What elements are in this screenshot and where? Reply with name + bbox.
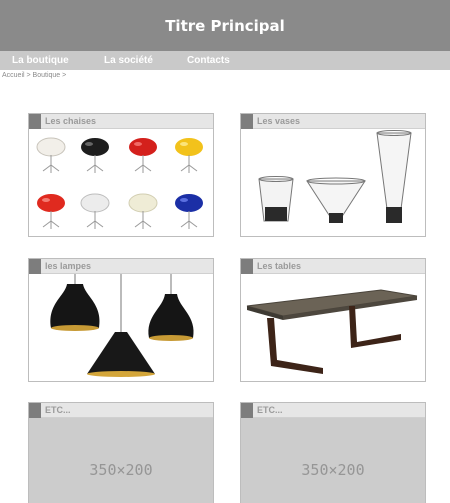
chairs-illustration bbox=[36, 137, 203, 229]
card-header: ETC... bbox=[29, 403, 213, 418]
chair-blue-icon bbox=[175, 194, 203, 229]
vase-small-icon bbox=[258, 176, 294, 222]
placeholder-label: 350×200 bbox=[89, 461, 153, 479]
vases-image[interactable] bbox=[241, 129, 425, 236]
card-title: les lampes bbox=[45, 261, 92, 271]
nav-item-societe[interactable]: La société bbox=[104, 55, 153, 66]
card-marker bbox=[241, 114, 253, 129]
lamp-left-icon bbox=[50, 284, 100, 331]
card-header: les lampes bbox=[29, 259, 213, 274]
card-tables[interactable]: Les tables bbox=[240, 258, 426, 382]
lamps-illustration bbox=[50, 274, 194, 377]
card-marker bbox=[29, 403, 41, 418]
site-header: Titre Principal bbox=[0, 0, 450, 51]
card-marker bbox=[29, 114, 41, 129]
nav-item-contacts[interactable]: Contacts bbox=[187, 55, 230, 66]
chair-white-icon bbox=[36, 137, 66, 173]
card-marker bbox=[241, 259, 253, 274]
card-header: ETC... bbox=[241, 403, 425, 418]
table-image[interactable] bbox=[241, 274, 425, 381]
nav-item-boutique[interactable]: La boutique bbox=[12, 55, 69, 66]
chair-red-icon bbox=[37, 194, 65, 229]
card-vases[interactable]: Les vases bbox=[240, 113, 426, 237]
lamp-middle-icon bbox=[87, 332, 155, 377]
card-title: ETC... bbox=[257, 405, 283, 415]
lamps-image[interactable] bbox=[29, 274, 213, 381]
card-marker bbox=[241, 403, 253, 418]
card-title: Les vases bbox=[257, 116, 301, 126]
image-placeholder[interactable]: 350×200 bbox=[29, 418, 213, 503]
card-title: ETC... bbox=[45, 405, 71, 415]
placeholder-label: 350×200 bbox=[301, 461, 365, 479]
table-illustration bbox=[246, 289, 418, 374]
card-etc-1[interactable]: ETC... 350×200 bbox=[28, 402, 214, 503]
card-chaises[interactable]: Les chaises bbox=[28, 113, 214, 237]
card-header: Les vases bbox=[241, 114, 425, 129]
card-title: Les chaises bbox=[45, 116, 97, 126]
vase-tall-icon bbox=[376, 130, 412, 223]
chair-black-icon bbox=[81, 138, 109, 173]
card-header: Les chaises bbox=[29, 114, 213, 129]
chair-cream-icon bbox=[128, 193, 158, 229]
chair-red-icon bbox=[129, 138, 157, 173]
main-nav: La boutique La société Contacts bbox=[0, 51, 450, 70]
card-lampes[interactable]: les lampes bbox=[28, 258, 214, 382]
lamp-right-icon bbox=[148, 294, 194, 341]
chair-white-icon bbox=[80, 193, 110, 229]
chair-yellow-icon bbox=[175, 138, 203, 173]
card-header: Les tables bbox=[241, 259, 425, 274]
vase-bowl-icon bbox=[306, 177, 366, 223]
breadcrumb[interactable]: Accueil > Boutique > bbox=[2, 72, 66, 79]
chairs-image[interactable] bbox=[29, 129, 213, 236]
card-marker bbox=[29, 259, 41, 274]
page-title: Titre Principal bbox=[165, 16, 285, 35]
card-title: Les tables bbox=[257, 261, 302, 271]
vases-illustration bbox=[258, 130, 412, 223]
card-etc-2[interactable]: ETC... 350×200 bbox=[240, 402, 426, 503]
image-placeholder[interactable]: 350×200 bbox=[241, 418, 425, 503]
